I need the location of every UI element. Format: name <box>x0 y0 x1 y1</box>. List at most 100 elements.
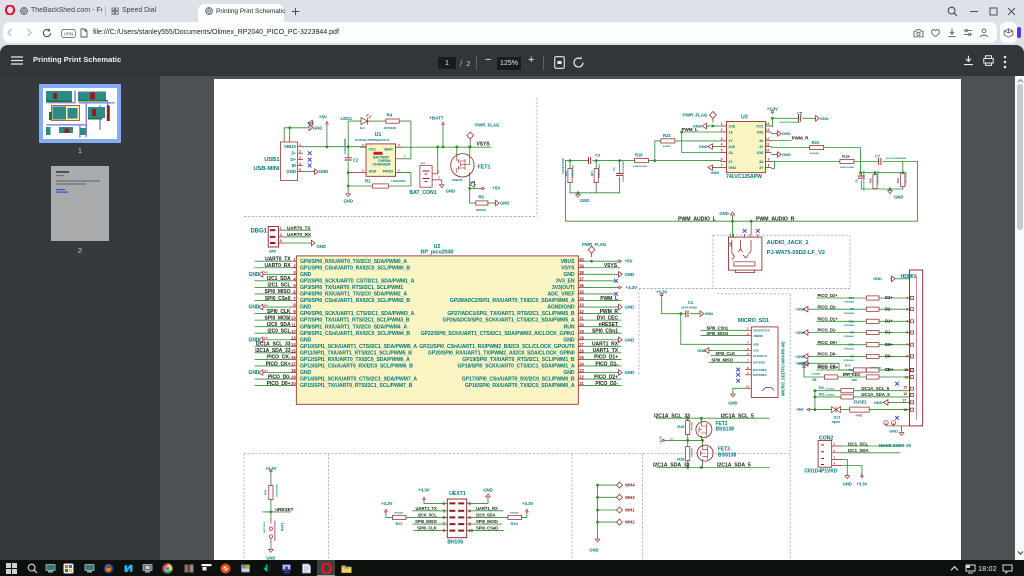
svg-text:+5V: +5V <box>492 186 500 191</box>
svg-text:3V3_EN: 3V3_EN <box>556 278 575 284</box>
svg-text:GP13/SPI1_CSn/UART0_RX/I2C0_SC: GP13/SPI1_CSn/UART0_RX/I2C0_SCL/PWM6_B <box>300 364 413 370</box>
svg-text:BSS138: BSS138 <box>718 452 737 458</box>
svg-text:29: 29 <box>579 329 584 334</box>
svg-text:2A: 2A <box>729 151 734 155</box>
svg-text:10: 10 <box>469 528 474 533</box>
svg-text:GP3/SPI0_TX/UART0_RTS/I2C1_SCL: GP3/SPI0_TX/UART0_RTS/I2C1_SCL/PWM1 <box>300 285 403 291</box>
svg-text:SPI0_CLK: SPI0_CLK <box>267 309 291 315</box>
svg-text:R20: R20 <box>868 178 872 183</box>
svg-text:26: 26 <box>579 348 584 353</box>
svg-text:PICO_D2-: PICO_D2- <box>595 381 618 387</box>
svg-text:GND: GND <box>580 198 589 203</box>
svg-text:D-: D- <box>291 151 296 156</box>
svg-text:GND: GND <box>782 152 791 157</box>
svg-text:4k/0402: 4k/0402 <box>663 145 671 148</box>
svg-text:9: 9 <box>906 355 908 359</box>
svg-text:PICO_D1+: PICO_D1+ <box>818 317 839 322</box>
svg-text:+3.3V: +3.3V <box>381 501 392 506</box>
svg-text:5: 5 <box>721 149 723 153</box>
svg-text:R15: R15 <box>511 521 519 526</box>
svg-text:HDMI-SWM-19: HDMI-SWM-19 <box>879 443 911 449</box>
svg-text:BH10S: BH10S <box>447 540 464 546</box>
svg-text:UART0_TX: UART0_TX <box>287 225 311 230</box>
svg-text:I2C0_SDA: I2C0_SDA <box>476 513 496 518</box>
svg-text:3V03: 3V03 <box>421 163 427 165</box>
svg-text:C1: C1 <box>688 300 694 305</box>
svg-text:2: 2 <box>362 168 364 172</box>
svg-text:1OE: 1OE <box>729 124 736 128</box>
svg-text:R2: R2 <box>819 386 824 390</box>
svg-text:I2C1_SCL: I2C1_SCL <box>848 441 868 446</box>
svg-text:CK-: CK- <box>885 367 893 372</box>
svg-text:2: 2 <box>438 176 440 180</box>
svg-text:12: 12 <box>291 329 296 334</box>
svg-text:1: 1 <box>299 143 301 147</box>
svg-text:4OE: 4OE <box>757 130 764 134</box>
svg-text:PICO_CK-: PICO_CK- <box>267 355 291 361</box>
svg-text:PWM_AUDIO_R: PWM_AUDIO_R <box>756 216 795 222</box>
svg-text:SPI0_MISO: SPI0_MISO <box>265 289 291 295</box>
svg-text:GND: GND <box>729 242 732 247</box>
svg-text:GND: GND <box>796 354 805 359</box>
svg-text:R21: R21 <box>896 178 900 183</box>
svg-text:GND: GND <box>589 548 598 553</box>
svg-text:PROG: PROG <box>383 169 394 173</box>
svg-text:GND: GND <box>500 201 509 206</box>
svg-text:100K/0%/0402: 100K/0%/0402 <box>598 163 601 178</box>
svg-text:17: 17 <box>291 362 296 367</box>
svg-text:+5V: +5V <box>796 407 804 412</box>
svg-text:D0+: D0+ <box>885 342 893 347</box>
svg-text:10uF/6.3V/0603: 10uF/6.3V/0603 <box>681 307 698 309</box>
svg-text:BL4054B-42TPRN(SOT23-5): BL4054B-42TPRN(SOT23-5) <box>355 138 389 142</box>
svg-text:35: 35 <box>579 290 584 295</box>
svg-text:SPI0_CSe0: SPI0_CSe0 <box>265 296 291 302</box>
svg-text:VSS: VSS <box>753 349 759 353</box>
svg-text:I2C1A_SDA_5: I2C1A_SDA_5 <box>717 463 751 469</box>
svg-text:PICO_D2+: PICO_D2+ <box>818 293 839 298</box>
svg-text:SPI0_MOSI: SPI0_MOSI <box>476 519 498 524</box>
svg-text:+BATT: +BATT <box>429 115 444 120</box>
svg-text:GND: GND <box>483 487 493 492</box>
svg-text:GND: GND <box>249 305 260 311</box>
svg-text:UART1_RX: UART1_RX <box>476 506 498 511</box>
svg-text:C2: C2 <box>353 158 359 163</box>
svg-text:17: 17 <box>902 398 906 402</box>
svg-text:GND: GND <box>249 272 260 278</box>
svg-text:+3.3V: +3.3V <box>799 362 810 367</box>
svg-text:GND: GND <box>319 169 328 174</box>
svg-text:9: 9 <box>768 158 770 162</box>
svg-text:18: 18 <box>291 368 296 373</box>
svg-text:CMD/DI: CMD/DI <box>753 334 763 338</box>
svg-text:WH3: WH3 <box>625 495 635 500</box>
svg-text:3: 3 <box>398 143 400 147</box>
svg-text:SPI0_CSn1: SPI0_CSn1 <box>592 329 618 335</box>
svg-text:6: 6 <box>906 331 908 335</box>
svg-text:DBG1: DBG1 <box>251 228 268 234</box>
svg-text:GP28/ADC2/SPI1_RX/UART0_TX/I2C: GP28/ADC2/SPI1_RX/UART0_TX/I2C0_SDA/PWM6… <box>450 298 575 304</box>
svg-text:R23: R23 <box>663 133 671 138</box>
svg-text:I2C1_SDA: I2C1_SDA <box>848 448 869 453</box>
svg-text:8: 8 <box>768 164 770 168</box>
svg-text:15: 15 <box>903 386 907 390</box>
svg-text:BSS138: BSS138 <box>716 427 735 433</box>
svg-text:Red: Red <box>360 127 365 130</box>
svg-text:14: 14 <box>291 342 296 347</box>
svg-text:10K/0402: 10K/0402 <box>510 512 520 515</box>
svg-text:AUDIO_JACK_1: AUDIO_JACK_1 <box>767 240 809 246</box>
svg-text:C7: C7 <box>875 154 881 159</box>
svg-text:27: 27 <box>579 342 584 347</box>
svg-text:UART0_RX: UART0_RX <box>265 263 292 269</box>
svg-text:GND: GND <box>705 311 714 316</box>
svg-text:GP12/SPI1_RX/UART0_TX/I2C0_SDA: GP12/SPI1_RX/UART0_TX/I2C0_SDA/PWM6_A <box>300 357 410 363</box>
svg-text:PICO_D0+: PICO_D0+ <box>267 381 291 387</box>
svg-text:CON2: CON2 <box>819 435 833 441</box>
svg-text:SLD: SLD <box>264 370 268 372</box>
svg-text:270R/0402: 270R/0402 <box>844 335 855 338</box>
svg-text:PWM_AUDIO_L: PWM_AUDIO_L <box>678 216 717 222</box>
svg-text:1A: 1A <box>729 130 734 134</box>
svg-text:2.2k/0402: 2.2k/0402 <box>825 394 835 397</box>
svg-text:270R/0402: 270R/0402 <box>871 366 882 369</box>
svg-text:+3.3V: +3.3V <box>856 482 867 487</box>
svg-text:13: 13 <box>291 335 296 340</box>
svg-text:1: 1 <box>834 442 836 446</box>
